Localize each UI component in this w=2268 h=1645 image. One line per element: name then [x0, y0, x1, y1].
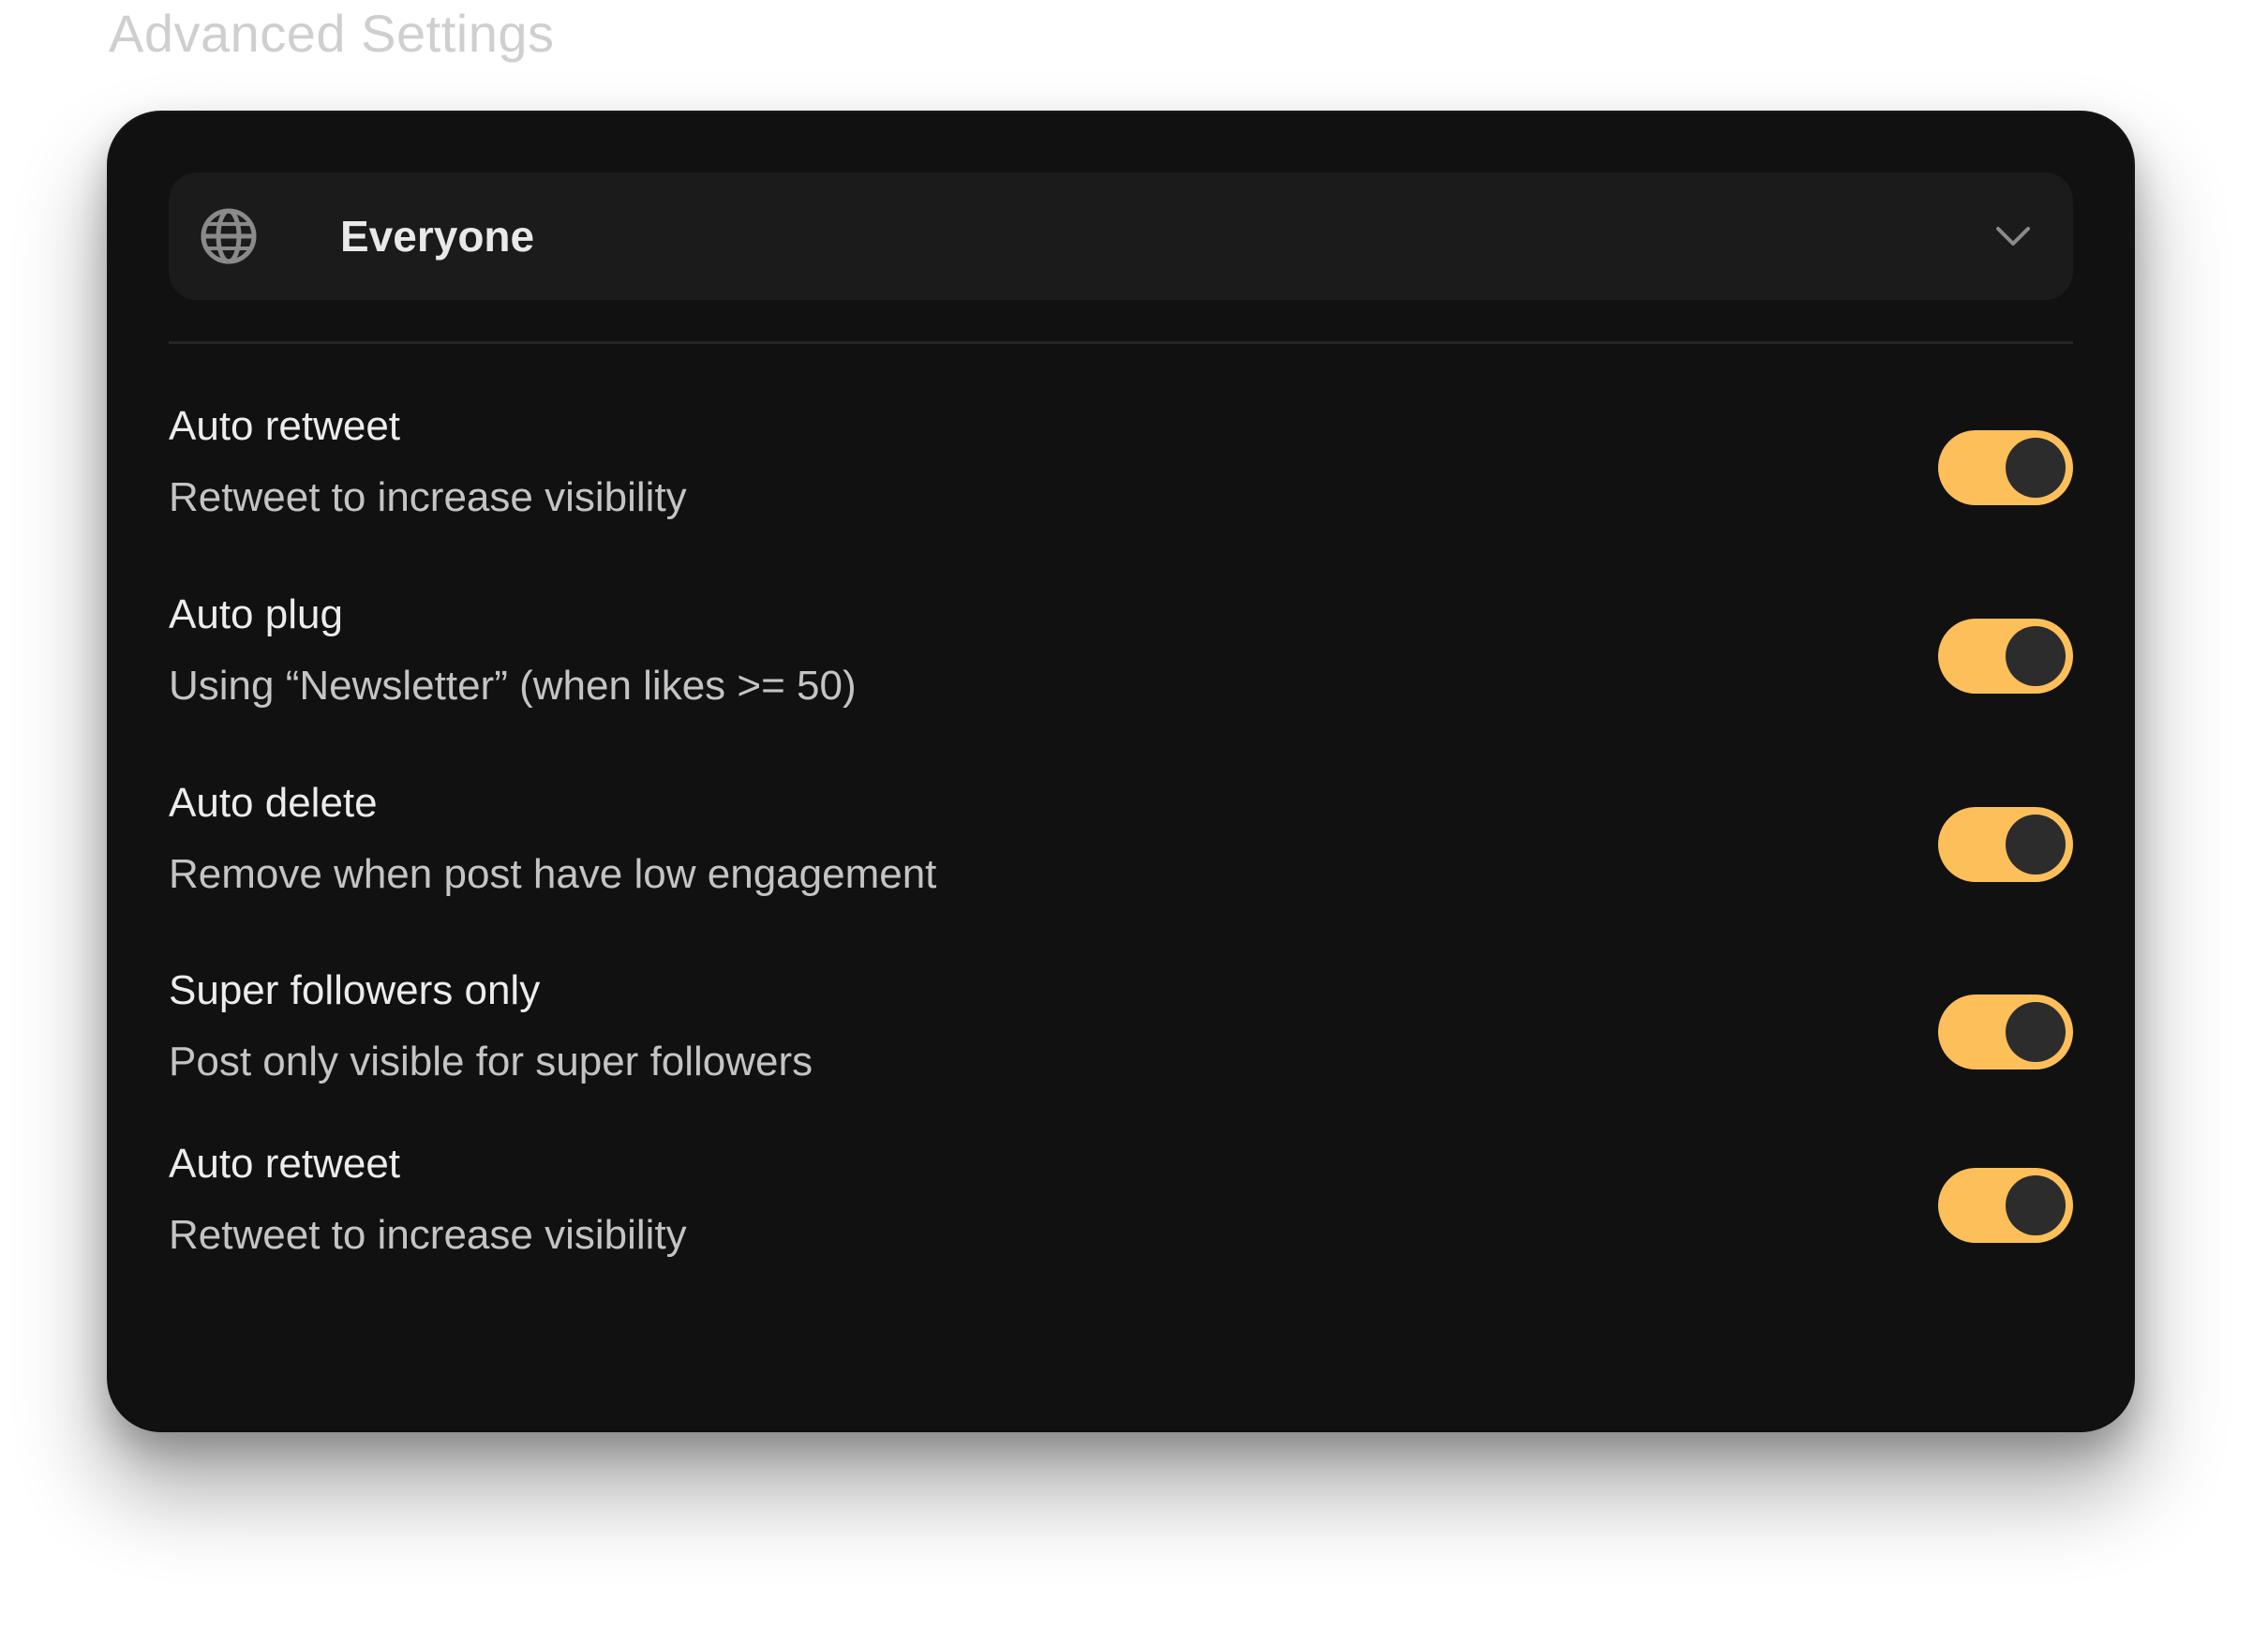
settings-card: Everyone Auto retweet Retweet to increas… — [109, 112, 2133, 1430]
setting-title: Auto retweet — [169, 403, 401, 449]
chevron-down-icon — [1996, 227, 2030, 246]
auto-retweet-2-toggle[interactable] — [1938, 1168, 2073, 1243]
auto-retweet-toggle[interactable] — [1938, 430, 2073, 505]
setting-row-auto-retweet-2: Auto retweet Retweet to increase visibil… — [169, 1136, 2073, 1277]
setting-title: Auto plug — [169, 591, 343, 637]
setting-description: Remove when post have low engagement — [169, 851, 937, 897]
setting-title: Auto retweet — [169, 1141, 401, 1187]
page-title: Advanced Settings — [109, 4, 555, 63]
globe-icon — [201, 208, 257, 264]
toggle-knob — [2006, 438, 2066, 498]
toggle-knob — [2006, 1175, 2066, 1235]
auto-plug-toggle[interactable] — [1938, 619, 2073, 694]
toggle-knob — [2006, 626, 2066, 686]
setting-title: Super followers only — [169, 967, 541, 1013]
setting-title: Auto delete — [169, 780, 378, 826]
setting-description: Retweet to increase visibility — [169, 1212, 687, 1258]
toggle-knob — [2006, 1002, 2066, 1062]
page: Advanced Settings Everyone Auto retweet … — [0, 0, 2268, 1645]
setting-description: Post only visible for super followers — [169, 1039, 813, 1084]
auto-delete-toggle[interactable] — [1938, 807, 2073, 882]
divider — [169, 341, 2073, 344]
audience-dropdown[interactable]: Everyone — [169, 172, 2073, 300]
setting-row-auto-retweet: Auto retweet Retweet to increase visibil… — [169, 398, 2073, 539]
setting-row-auto-delete: Auto delete Remove when post have low en… — [169, 775, 2073, 916]
setting-row-super-followers-only: Super followers only Post only visible f… — [169, 963, 2073, 1103]
super-followers-only-toggle[interactable] — [1938, 994, 2073, 1069]
toggle-knob — [2006, 815, 2066, 875]
setting-description: Using “Newsletter” (when likes >= 50) — [169, 663, 857, 709]
audience-selected-value: Everyone — [340, 212, 535, 261]
setting-description: Retweet to increase visibility — [169, 474, 687, 520]
setting-row-auto-plug: Auto plug Using “Newsletter” (when likes… — [169, 587, 2073, 727]
